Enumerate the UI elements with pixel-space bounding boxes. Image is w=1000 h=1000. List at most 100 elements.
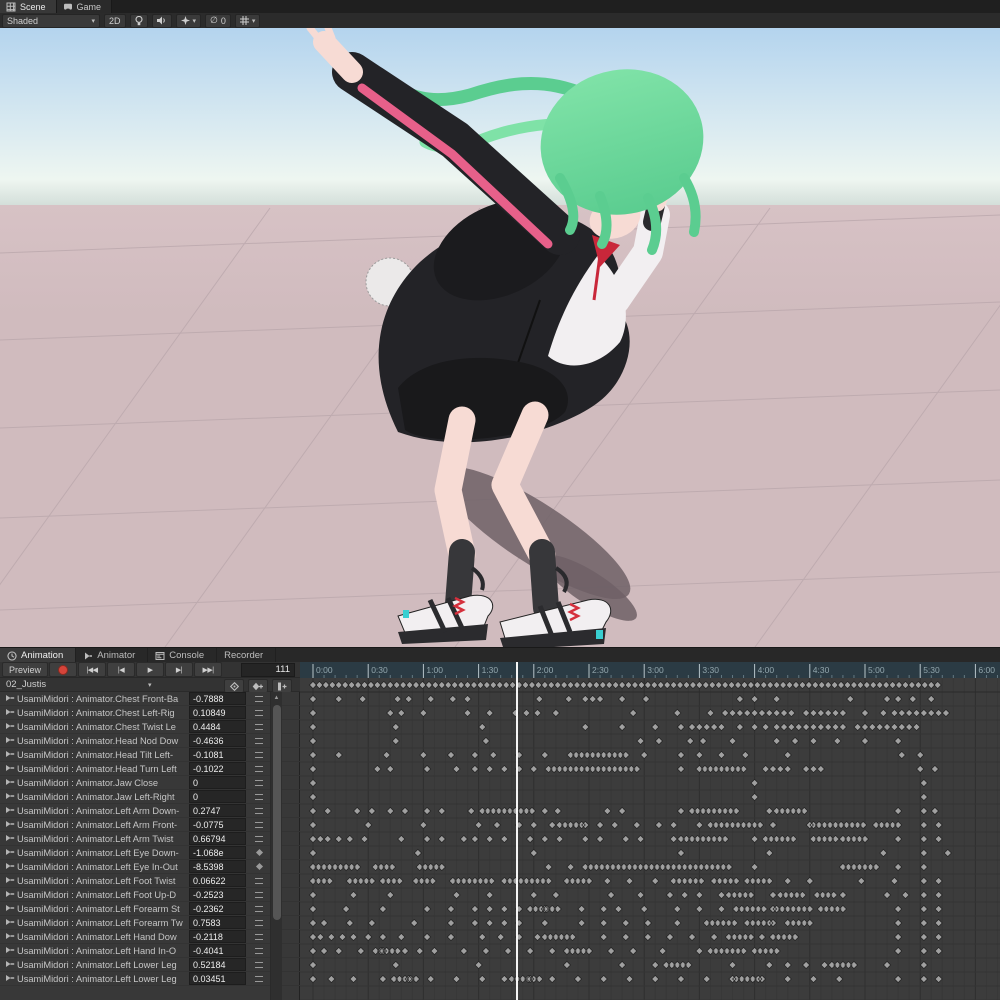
row-context-menu-button[interactable] <box>246 836 272 842</box>
ruler-label: 1:00 <box>426 665 443 675</box>
row-context-menu-button[interactable] <box>246 808 272 814</box>
row-context-menu-button[interactable] <box>246 766 272 772</box>
go-to-end-button[interactable]: ▶▶| <box>194 662 222 677</box>
row-context-menu-button[interactable] <box>246 878 272 884</box>
row-context-menu-button[interactable] <box>246 780 272 786</box>
playhead[interactable] <box>516 662 518 1000</box>
property-value-field[interactable]: -0.4041 <box>189 944 246 957</box>
property-value-field[interactable]: 0.03451 <box>189 972 246 985</box>
dopesheet[interactable] <box>300 678 1000 1000</box>
property-row[interactable]: UsamiMidori : Animator.Left Forearm Tw0.… <box>0 916 300 930</box>
property-row[interactable]: UsamiMidori : Animator.Left Lower Leg0.5… <box>0 958 300 972</box>
2d-label: 2D <box>109 16 121 26</box>
property-value-field[interactable]: 0 <box>189 776 246 789</box>
panel-tab-animator[interactable]: Animator <box>76 648 148 663</box>
property-value-field[interactable]: -0.1081 <box>189 748 246 761</box>
scene-lighting-toggle[interactable] <box>130 14 148 28</box>
clip-dropdown[interactable]: 02_Justis <box>0 679 46 690</box>
preview-toggle-button[interactable]: Preview <box>2 662 48 677</box>
panel-tab-recorder[interactable]: Recorder <box>217 648 276 663</box>
row-context-menu-button[interactable] <box>246 696 272 702</box>
property-row[interactable]: UsamiMidori : Animator.Left Foot Up-D-0.… <box>0 888 300 902</box>
property-row[interactable]: UsamiMidori : Animator.Left Foot Twist0.… <box>0 874 300 888</box>
property-value-field[interactable]: -0.0775 <box>189 818 246 831</box>
property-value-field[interactable]: -0.4636 <box>189 734 246 747</box>
row-context-menu-button[interactable] <box>246 976 272 982</box>
go-to-start-button[interactable]: |◀◀ <box>78 662 106 677</box>
property-row[interactable]: UsamiMidori : Animator.Head Turn Left-0.… <box>0 762 300 776</box>
row-context-menu-button[interactable] <box>246 738 272 744</box>
scrollbar-thumb[interactable] <box>273 705 281 920</box>
property-value-field[interactable]: 0.7583 <box>189 916 246 929</box>
scene-effects-dropdown[interactable]: ▾ <box>176 14 202 28</box>
view-tab-scene[interactable]: Scene <box>0 0 57 13</box>
row-context-menu-button[interactable] <box>246 948 272 954</box>
row-context-menu-button[interactable] <box>246 934 272 940</box>
vertical-scrollbar[interactable]: ▲ <box>270 692 282 1000</box>
property-value-field[interactable]: 0.2747 <box>189 804 246 817</box>
property-value-field[interactable]: 0.66794 <box>189 832 246 845</box>
record-button[interactable] <box>49 662 77 677</box>
property-row[interactable]: UsamiMidori : Animator.Left Arm Twist0.6… <box>0 832 300 846</box>
view-tab-game[interactable]: Game <box>57 0 113 13</box>
scroll-up-arrow-icon[interactable]: ▲ <box>271 693 282 703</box>
property-row[interactable]: UsamiMidori : Animator.Chest Left-Rig0.1… <box>0 706 300 720</box>
row-context-menu-button[interactable] <box>246 920 272 926</box>
property-value-field[interactable]: -1.068e <box>189 846 246 859</box>
property-value-field[interactable]: -0.2362 <box>189 902 246 915</box>
2d-toggle-button[interactable]: 2D <box>104 14 126 28</box>
property-row[interactable]: UsamiMidori : Animator.Left Forearm St-0… <box>0 902 300 916</box>
property-value-field[interactable]: 0 <box>189 790 246 803</box>
property-row[interactable]: UsamiMidori : Animator.Left Lower Leg0.0… <box>0 972 300 986</box>
row-context-menu-button[interactable] <box>246 724 272 730</box>
current-frame-field[interactable]: 111 <box>241 663 295 677</box>
property-row[interactable]: UsamiMidori : Animator.Left Arm Front--0… <box>0 818 300 832</box>
property-row[interactable]: UsamiMidori : Animator.Left Hand In-O-0.… <box>0 944 300 958</box>
property-row[interactable]: UsamiMidori : Animator.Left Arm Down-0.2… <box>0 804 300 818</box>
row-context-menu-button[interactable] <box>246 794 272 800</box>
property-value-field[interactable]: -0.2118 <box>189 930 246 943</box>
add-event-button[interactable] <box>272 679 292 693</box>
property-row[interactable]: UsamiMidori : Animator.Left Hand Dow-0.2… <box>0 930 300 944</box>
property-label: UsamiMidori : Animator.Head Nod Dow <box>17 736 189 746</box>
property-label: UsamiMidori : Animator.Chest Left-Rig <box>17 708 189 718</box>
property-value-field[interactable]: 0.10849 <box>189 706 246 719</box>
row-context-menu-button[interactable] <box>246 892 272 898</box>
scene-viewport[interactable] <box>0 28 1000 647</box>
row-context-menu-button[interactable] <box>246 822 272 828</box>
property-row[interactable]: UsamiMidori : Animator.Head Tilt Left--0… <box>0 748 300 762</box>
keyframe-indicator-icon <box>255 849 262 856</box>
row-context-menu-button[interactable] <box>246 962 272 968</box>
row-context-menu-button[interactable] <box>246 710 272 716</box>
shading-mode-dropdown[interactable]: Shaded ▾ <box>2 14 100 28</box>
property-row[interactable]: UsamiMidori : Animator.Left Eye Down--1.… <box>0 846 300 860</box>
grid-visibility-dropdown[interactable]: ▾ <box>235 14 261 28</box>
filter-curves-button[interactable] <box>224 679 244 693</box>
play-button[interactable]: ▶ <box>136 662 164 677</box>
property-value-field[interactable]: 0.4484 <box>189 720 246 733</box>
row-context-menu-button[interactable] <box>246 850 272 855</box>
panel-tab-animation[interactable]: Animation <box>0 648 76 663</box>
property-value-field[interactable]: 0.52184 <box>189 958 246 971</box>
property-value-field[interactable]: -0.7888 <box>189 692 246 705</box>
row-context-menu-button[interactable] <box>246 752 272 758</box>
property-value-field[interactable]: -0.2523 <box>189 888 246 901</box>
property-row[interactable]: UsamiMidori : Animator.Jaw Left-Right0 <box>0 790 300 804</box>
row-context-menu-button[interactable] <box>246 906 272 912</box>
property-row[interactable]: UsamiMidori : Animator.Chest Twist Le0.4… <box>0 720 300 734</box>
hidden-objects-toggle[interactable]: ∅ 0 <box>205 14 231 28</box>
property-row[interactable]: UsamiMidori : Animator.Left Eye In-Out-8… <box>0 860 300 874</box>
property-row[interactable]: UsamiMidori : Animator.Jaw Close0 <box>0 776 300 790</box>
panel-tab-console[interactable]: Console <box>148 648 217 663</box>
property-value-field[interactable]: 0.06622 <box>189 874 246 887</box>
row-context-menu-button[interactable] <box>246 864 272 869</box>
timeline-ruler[interactable]: 0:000:301:001:302:002:303:003:304:004:30… <box>300 662 1000 678</box>
property-value-field[interactable]: -0.1022 <box>189 762 246 775</box>
scene-audio-toggle[interactable] <box>152 14 172 28</box>
property-row[interactable]: UsamiMidori : Animator.Head Nod Dow-0.46… <box>0 734 300 748</box>
next-key-button[interactable]: ▶| <box>165 662 193 677</box>
property-row[interactable]: UsamiMidori : Animator.Chest Front-Ba-0.… <box>0 692 300 706</box>
previous-key-button[interactable]: |◀ <box>107 662 135 677</box>
add-keyframe-button[interactable] <box>248 679 268 693</box>
property-value-field[interactable]: -8.5398 <box>189 860 246 873</box>
